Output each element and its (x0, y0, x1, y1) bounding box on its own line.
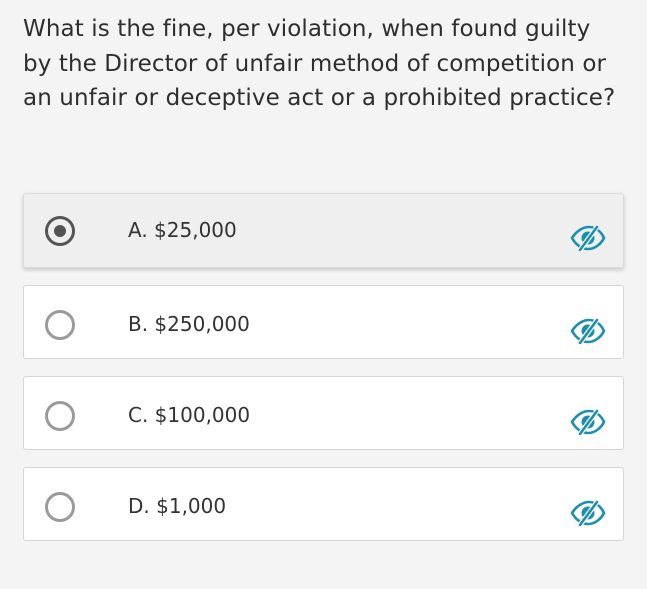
eye-slash-icon[interactable] (570, 409, 606, 435)
answer-option-c[interactable]: C. $100,000 (23, 376, 624, 450)
answer-label-a: A. $25,000 (128, 218, 237, 242)
answer-label-c: C. $100,000 (128, 403, 251, 427)
eye-slash-icon[interactable] (570, 318, 606, 344)
answer-option-b[interactable]: B. $250,000 (23, 285, 624, 359)
answer-option-a[interactable]: A. $25,000 (23, 193, 624, 268)
answer-options: A. $25,000 B. $250,000 C. $100,000 D. $1… (23, 193, 624, 558)
answer-option-d[interactable]: D. $1,000 (23, 467, 624, 541)
radio-button-c[interactable] (45, 401, 75, 431)
question-text: What is the fine, per violation, when fo… (23, 16, 616, 111)
eye-slash-icon[interactable] (570, 500, 606, 526)
answer-label-d: D. $1,000 (128, 494, 227, 518)
radio-button-d[interactable] (45, 492, 75, 522)
eye-slash-icon[interactable] (570, 225, 606, 251)
radio-button-a[interactable] (45, 216, 75, 246)
radio-button-b[interactable] (45, 310, 75, 340)
radio-selected-dot (54, 225, 66, 237)
answer-label-b: B. $250,000 (128, 312, 250, 336)
